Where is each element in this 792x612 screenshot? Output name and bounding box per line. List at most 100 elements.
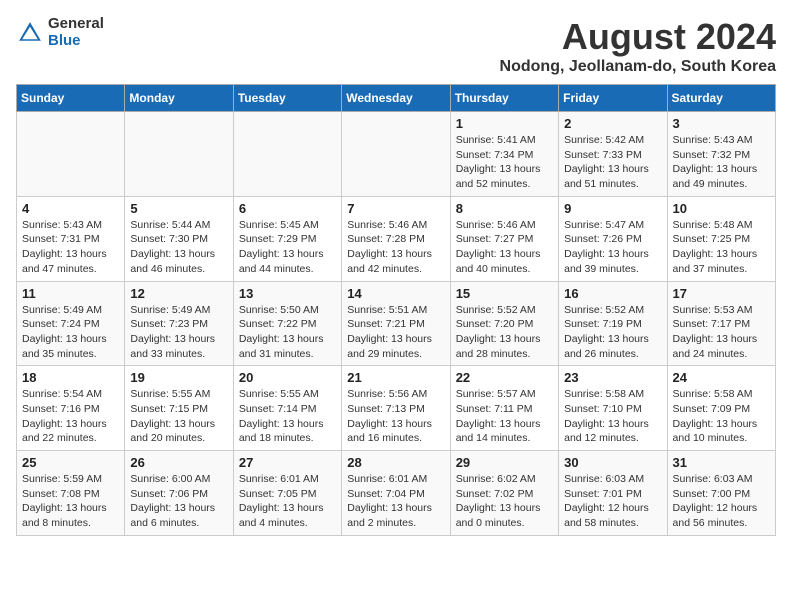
calendar-day-5: 5 Sunrise: 5:44 AMSunset: 7:30 PMDaylight… [125,196,233,281]
calendar-day-28: 28Sunrise: 6:01 AMSunset: 7:04 PMDayligh… [342,451,450,536]
day-info: Sunrise: 5:45 AMSunset: 7:29 PMDaylight:… [239,218,336,277]
calendar-day-25: 25 Sunrise: 5:59 AMSunset: 7:08 PMDayligh… [17,451,125,536]
calendar-day-15: 15Sunrise: 5:52 AMSunset: 7:20 PMDayligh… [450,281,558,366]
calendar-empty-cell [342,112,450,197]
day-number: 12 [130,286,227,301]
logo-general: General [48,16,104,33]
calendar-day-20: 20 Sunrise: 5:55 AMSunset: 7:14 PMDayligh… [233,366,341,451]
weekday-header-thursday: Thursday [450,85,558,112]
main-title: August 2024 [500,16,776,58]
day-info: Sunrise: 5:54 AMSunset: 7:16 PMDaylight:… [22,387,119,446]
day-number: 27 [239,455,336,470]
day-number: 6 [239,201,336,216]
day-info: Sunrise: 5:55 AMSunset: 7:14 PMDaylight:… [239,387,336,446]
day-info: Sunrise: 5:46 AMSunset: 7:28 PMDaylight:… [347,218,444,277]
day-info: Sunrise: 5:43 AMSunset: 7:32 PMDaylight:… [673,133,770,192]
calendar-day-26: 26 Sunrise: 6:00 AMSunset: 7:06 PMDayligh… [125,451,233,536]
calendar-day-7: 7 Sunrise: 5:46 AMSunset: 7:28 PMDaylight… [342,196,450,281]
calendar-day-29: 29 Sunrise: 6:02 AMSunset: 7:02 PMDayligh… [450,451,558,536]
day-info: Sunrise: 5:49 AMSunset: 7:24 PMDaylight:… [22,303,119,362]
day-info: Sunrise: 5:52 AMSunset: 7:19 PMDaylight:… [564,303,661,362]
calendar-day-6: 6 Sunrise: 5:45 AMSunset: 7:29 PMDaylight… [233,196,341,281]
day-number: 17 [673,286,770,301]
calendar-day-4: 4 Sunrise: 5:43 AMSunset: 7:31 PMDaylight… [17,196,125,281]
day-number: 11 [22,286,119,301]
day-info: Sunrise: 5:56 AMSunset: 7:13 PMDaylight:… [347,387,444,446]
day-info: Sunrise: 6:00 AMSunset: 7:06 PMDaylight:… [130,472,227,531]
calendar-day-30: 30 Sunrise: 6:03 AMSunset: 7:01 PMDayligh… [559,451,667,536]
day-info: Sunrise: 5:57 AMSunset: 7:11 PMDaylight:… [456,387,553,446]
weekday-header-row: SundayMondayTuesdayWednesdayThursdayFrid… [17,85,776,112]
day-number: 25 [22,455,119,470]
day-info: Sunrise: 5:43 AMSunset: 7:31 PMDaylight:… [22,218,119,277]
day-number: 2 [564,116,661,131]
day-number: 29 [456,455,553,470]
calendar-day-21: 21 Sunrise: 5:56 AMSunset: 7:13 PMDayligh… [342,366,450,451]
calendar-week-row: 11 Sunrise: 5:49 AMSunset: 7:24 PMDayligh… [17,281,776,366]
day-number: 30 [564,455,661,470]
calendar-day-23: 23Sunrise: 5:58 AMSunset: 7:10 PMDayligh… [559,366,667,451]
weekday-header-sunday: Sunday [17,85,125,112]
day-number: 1 [456,116,553,131]
calendar-day-9: 9 Sunrise: 5:47 AMSunset: 7:26 PMDaylight… [559,196,667,281]
calendar-week-row: 25 Sunrise: 5:59 AMSunset: 7:08 PMDayligh… [17,451,776,536]
day-number: 9 [564,201,661,216]
day-info: Sunrise: 5:58 AMSunset: 7:10 PMDaylight:… [564,387,661,446]
calendar-day-17: 17 Sunrise: 5:53 AMSunset: 7:17 PMDayligh… [667,281,775,366]
calendar-day-3: 3 Sunrise: 5:43 AMSunset: 7:32 PMDaylight… [667,112,775,197]
day-info: Sunrise: 5:41 AMSunset: 7:34 PMDaylight:… [456,133,553,192]
day-number: 10 [673,201,770,216]
day-number: 24 [673,370,770,385]
weekday-header-saturday: Saturday [667,85,775,112]
weekday-header-wednesday: Wednesday [342,85,450,112]
day-info: Sunrise: 6:01 AMSunset: 7:04 PMDaylight:… [347,472,444,531]
day-info: Sunrise: 5:48 AMSunset: 7:25 PMDaylight:… [673,218,770,277]
calendar-day-16: 16Sunrise: 5:52 AMSunset: 7:19 PMDayligh… [559,281,667,366]
weekday-header-tuesday: Tuesday [233,85,341,112]
day-info: Sunrise: 6:02 AMSunset: 7:02 PMDaylight:… [456,472,553,531]
day-info: Sunrise: 5:55 AMSunset: 7:15 PMDaylight:… [130,387,227,446]
calendar-day-14: 14 Sunrise: 5:51 AMSunset: 7:21 PMDayligh… [342,281,450,366]
page-header: General Blue August 2024 Nodong, Jeollan… [16,16,776,76]
day-number: 7 [347,201,444,216]
logo: General Blue [16,16,104,49]
day-number: 4 [22,201,119,216]
calendar-day-31: 31Sunrise: 6:03 AMSunset: 7:00 PMDayligh… [667,451,775,536]
calendar-week-row: 1 Sunrise: 5:41 AMSunset: 7:34 PMDaylight… [17,112,776,197]
calendar-empty-cell [17,112,125,197]
calendar-day-12: 12Sunrise: 5:49 AMSunset: 7:23 PMDayligh… [125,281,233,366]
day-info: Sunrise: 5:58 AMSunset: 7:09 PMDaylight:… [673,387,770,446]
day-info: Sunrise: 5:46 AMSunset: 7:27 PMDaylight:… [456,218,553,277]
day-info: Sunrise: 6:01 AMSunset: 7:05 PMDaylight:… [239,472,336,531]
calendar-day-8: 8Sunrise: 5:46 AMSunset: 7:27 PMDaylight… [450,196,558,281]
title-block: August 2024 Nodong, Jeollanam-do, South … [500,16,776,76]
logo-blue: Blue [48,33,104,50]
calendar-table: SundayMondayTuesdayWednesdayThursdayFrid… [16,84,776,536]
calendar-empty-cell [125,112,233,197]
calendar-week-row: 4 Sunrise: 5:43 AMSunset: 7:31 PMDaylight… [17,196,776,281]
calendar-day-2: 2 Sunrise: 5:42 AMSunset: 7:33 PMDaylight… [559,112,667,197]
weekday-header-friday: Friday [559,85,667,112]
day-info: Sunrise: 5:42 AMSunset: 7:33 PMDaylight:… [564,133,661,192]
calendar-day-19: 19Sunrise: 5:55 AMSunset: 7:15 PMDayligh… [125,366,233,451]
day-number: 26 [130,455,227,470]
day-number: 22 [456,370,553,385]
day-number: 14 [347,286,444,301]
day-info: Sunrise: 5:44 AMSunset: 7:30 PMDaylight:… [130,218,227,277]
subtitle: Nodong, Jeollanam-do, South Korea [500,58,776,76]
calendar-day-10: 10 Sunrise: 5:48 AMSunset: 7:25 PMDayligh… [667,196,775,281]
day-number: 5 [130,201,227,216]
day-number: 21 [347,370,444,385]
day-info: Sunrise: 5:59 AMSunset: 7:08 PMDaylight:… [22,472,119,531]
day-info: Sunrise: 5:47 AMSunset: 7:26 PMDaylight:… [564,218,661,277]
day-info: Sunrise: 5:51 AMSunset: 7:21 PMDaylight:… [347,303,444,362]
day-info: Sunrise: 5:53 AMSunset: 7:17 PMDaylight:… [673,303,770,362]
day-number: 18 [22,370,119,385]
day-number: 31 [673,455,770,470]
logo-text: General Blue [48,16,104,49]
day-number: 15 [456,286,553,301]
day-number: 20 [239,370,336,385]
day-number: 3 [673,116,770,131]
calendar-day-24: 24 Sunrise: 5:58 AMSunset: 7:09 PMDayligh… [667,366,775,451]
day-info: Sunrise: 6:03 AMSunset: 7:01 PMDaylight:… [564,472,661,531]
